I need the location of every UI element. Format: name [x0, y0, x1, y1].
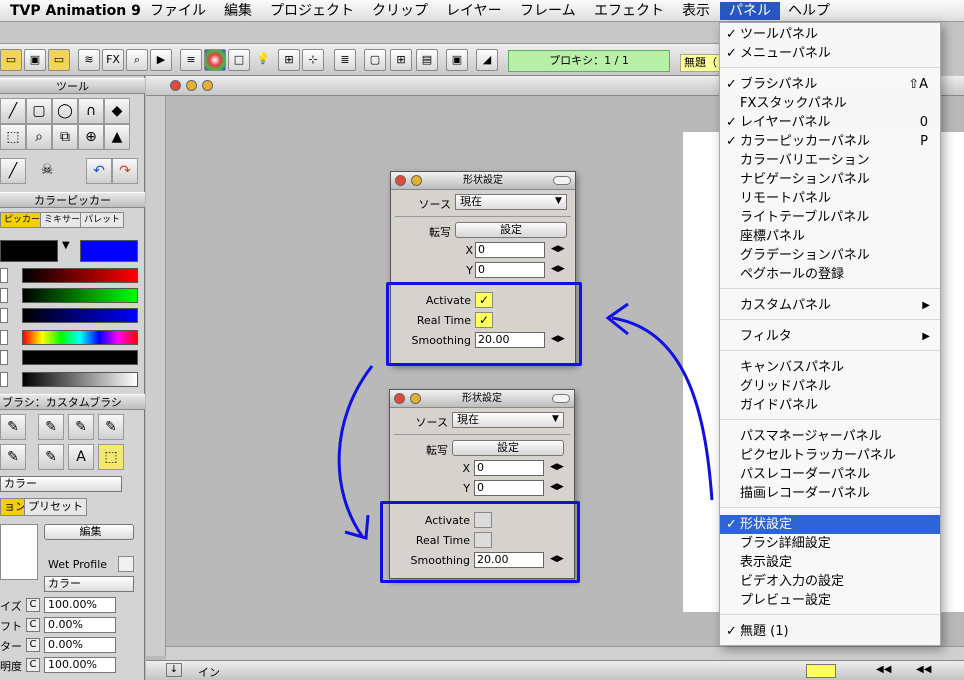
menu-item-label: ライトテーブルパネル [740, 210, 870, 225]
checkmark-icon: ✓ [726, 115, 737, 130]
submenu-arrow-icon: ▶ [922, 300, 930, 311]
menu-shortcut: P [920, 134, 928, 149]
menu-item-label: カラーピッカーパネル [740, 134, 870, 149]
menu-separator [720, 419, 940, 420]
menu-separator [720, 319, 940, 320]
menu-item-label: 表示設定 [740, 555, 793, 570]
menu-item[interactable]: ブラシ詳細設定 [720, 534, 940, 553]
menu-item[interactable]: パスレコーダーパネル [720, 465, 940, 484]
checkmark-icon: ✓ [726, 517, 737, 532]
menu-item-label: ビデオ入力の設定 [740, 574, 845, 589]
checkmark-icon: ✓ [726, 134, 737, 149]
down-arrow-curve [337, 365, 374, 537]
menu-item-label: 描画レコーダーパネル [740, 486, 870, 501]
menu-item[interactable]: ✓ 無題 (1) [720, 622, 940, 641]
menu-item[interactable]: ビデオ入力の設定 [720, 572, 940, 591]
menu-item-label: パスマネージャーパネル [740, 429, 882, 444]
menu-item[interactable]: ピクセルトラッカーパネル [720, 446, 940, 465]
menu-item-label: キャンバスパネル [740, 360, 845, 375]
submenu-arrow-icon: ▶ [922, 331, 930, 342]
menu-shortcut: ⇧A [908, 77, 928, 92]
menu-item-label: カラーバリエーション [740, 153, 870, 168]
menu-item-label: ピクセルトラッカーパネル [740, 448, 896, 463]
menu-item-label: カスタムパネル [740, 298, 832, 313]
menu-item[interactable]: キャンバスパネル [720, 358, 940, 377]
menu-item-label: リモートパネル [740, 191, 832, 206]
menu-item[interactable]: パスマネージャーパネル [720, 427, 940, 446]
checkmark-icon: ✓ [726, 624, 737, 639]
menu-item[interactable]: 描画レコーダーパネル [720, 484, 940, 503]
menu-item-label: ブラシパネル [740, 77, 818, 92]
menu-item-label: 形状設定 [740, 517, 793, 532]
menu-item[interactable]: カラーバリエーション [720, 151, 940, 170]
menu-item-label: ガイドパネル [740, 398, 819, 413]
menu-separator [720, 67, 940, 68]
menu-item-label: グリッドパネル [740, 379, 832, 394]
checkmark-icon: ✓ [726, 46, 737, 61]
menu-separator [720, 614, 940, 615]
menu-item[interactable]: グラデーションパネル [720, 246, 940, 265]
menu-item[interactable]: カスタムパネル ▶ [720, 296, 940, 315]
menu-item-label: ペグホールの登録 [740, 267, 845, 282]
menu-item[interactable]: ✓ メニューパネル [720, 44, 940, 63]
menu-shortcut: 0 [919, 115, 928, 130]
menu-item[interactable]: ✓ 形状設定 [720, 515, 940, 534]
menu-item[interactable]: ✓ カラーピッカーパネル P [720, 132, 940, 151]
menu-item[interactable]: グリッドパネル [720, 377, 940, 396]
menu-item-label: ナビゲーションパネル [740, 172, 870, 187]
menu-item[interactable]: ペグホールの登録 [720, 265, 940, 284]
menu-item-label: 無題 (1) [740, 624, 789, 639]
menu-separator [720, 288, 940, 289]
menu-item[interactable]: プレビュー設定 [720, 591, 940, 610]
menu-item[interactable]: リモートパネル [720, 189, 940, 208]
up-arrow-curve [611, 316, 714, 501]
menu-item[interactable]: ✓ レイヤーパネル 0 [720, 113, 940, 132]
menu-item[interactable]: 表示設定 [720, 553, 940, 572]
menu-item-label: メニューパネル [740, 46, 831, 61]
menu-item[interactable]: ✓ ツールパネル [720, 25, 940, 44]
menu-separator [720, 350, 940, 351]
menu-item[interactable]: ナビゲーションパネル [720, 170, 940, 189]
menu-item-label: 座標パネル [740, 229, 806, 244]
menu-item-label: レイヤーパネル [740, 115, 831, 130]
menu-item-label: フィルタ [740, 329, 792, 344]
menu-item-label: ブラシ詳細設定 [740, 536, 831, 551]
menu-item[interactable]: ライトテーブルパネル [720, 208, 940, 227]
checkmark-icon: ✓ [726, 77, 737, 92]
menu-item[interactable]: フィルタ ▶ [720, 327, 940, 346]
menu-item-label: グラデーションパネル [740, 248, 870, 263]
checkmark-icon: ✓ [726, 27, 737, 42]
menu-separator [720, 507, 940, 508]
menu-item[interactable]: ガイドパネル [720, 396, 940, 415]
menu-item-label: FXスタックパネル [740, 96, 847, 111]
menu-item[interactable]: FXスタックパネル [720, 94, 940, 113]
menu-item-label: パスレコーダーパネル [740, 467, 870, 482]
menu-item-label: ツールパネル [740, 27, 819, 42]
menu-item-label: プレビュー設定 [740, 593, 832, 608]
panel-menu-dropdown: ✓ ツールパネル ✓ メニューパネル ✓ ブラシパネル ⇧A FXスタックパネル ✓ レイヤーパネ… [719, 22, 941, 646]
menu-item[interactable]: 座標パネル [720, 227, 940, 246]
menu-item[interactable]: ✓ ブラシパネル ⇧A [720, 75, 940, 94]
